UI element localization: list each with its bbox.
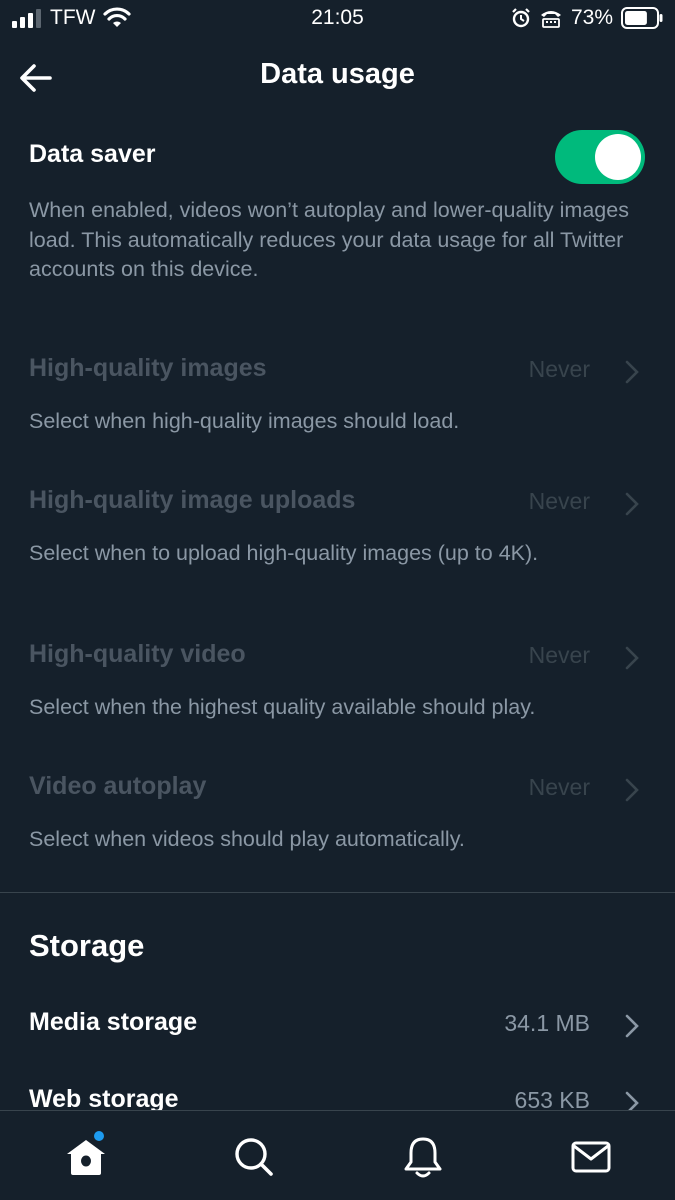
messages-icon xyxy=(571,1141,611,1173)
notifications-icon xyxy=(404,1137,442,1178)
chevron-right-icon xyxy=(625,492,639,516)
setting-description: Select when videos should play automatic… xyxy=(29,827,465,851)
tab-search[interactable] xyxy=(232,1135,276,1179)
status-bar: TFW 21:05 73% xyxy=(0,0,675,40)
storage-section-title: Storage xyxy=(29,928,145,963)
status-right: 73% xyxy=(511,6,663,30)
search-icon xyxy=(235,1138,273,1176)
setting-label: High-quality video xyxy=(29,640,246,668)
home-icon xyxy=(67,1140,105,1175)
setting-high-quality-images[interactable]: High-quality images Never xyxy=(0,342,675,402)
setting-video-autoplay[interactable]: Video autoplay Never xyxy=(0,760,675,820)
setting-label: Video autoplay xyxy=(29,772,207,800)
battery-percent: 73% xyxy=(570,6,613,29)
chevron-right-icon xyxy=(625,778,639,802)
setting-high-quality-image-uploads[interactable]: High-quality image uploads Never xyxy=(0,474,675,534)
data-saver-toggle[interactable] xyxy=(555,130,645,184)
section-divider xyxy=(0,892,675,893)
setting-value: Never xyxy=(528,774,590,800)
setting-description: Select when to upload high-quality image… xyxy=(29,541,539,565)
tab-notifications[interactable] xyxy=(401,1135,445,1179)
bottom-tab-bar xyxy=(0,1110,675,1200)
setting-description: Select when high-quality images should l… xyxy=(29,409,460,433)
data-saver-description: When enabled, videos won’t autoplay and … xyxy=(29,198,629,281)
tty-icon xyxy=(540,11,561,28)
chevron-right-icon xyxy=(625,360,639,384)
media-storage-row[interactable]: Media storage 34.1 MB xyxy=(0,998,675,1054)
tab-messages[interactable] xyxy=(569,1135,613,1179)
data-usage-screen: TFW 21:05 73% Data usage Data saver When… xyxy=(0,0,675,1200)
toggle-knob xyxy=(595,134,641,180)
setting-value: Never xyxy=(528,356,590,382)
chevron-right-icon xyxy=(625,646,639,670)
tab-home[interactable] xyxy=(64,1131,108,1179)
setting-value: Never xyxy=(528,642,590,668)
chevron-right-icon xyxy=(625,1014,639,1038)
setting-description: Select when the highest quality availabl… xyxy=(29,695,536,719)
page-title: Data usage xyxy=(260,58,415,90)
battery-icon xyxy=(621,7,663,29)
setting-value: Never xyxy=(528,488,590,514)
storage-label: Media storage xyxy=(29,1008,198,1036)
storage-value: 34.1 MB xyxy=(504,1010,590,1036)
setting-label: High-quality images xyxy=(29,354,267,382)
alarm-icon xyxy=(512,8,530,28)
home-notification-dot xyxy=(94,1131,104,1141)
data-saver-label: Data saver xyxy=(29,140,156,168)
setting-high-quality-video[interactable]: High-quality video Never xyxy=(0,628,675,688)
setting-label: High-quality image uploads xyxy=(29,486,356,514)
header: Data usage xyxy=(0,40,675,114)
